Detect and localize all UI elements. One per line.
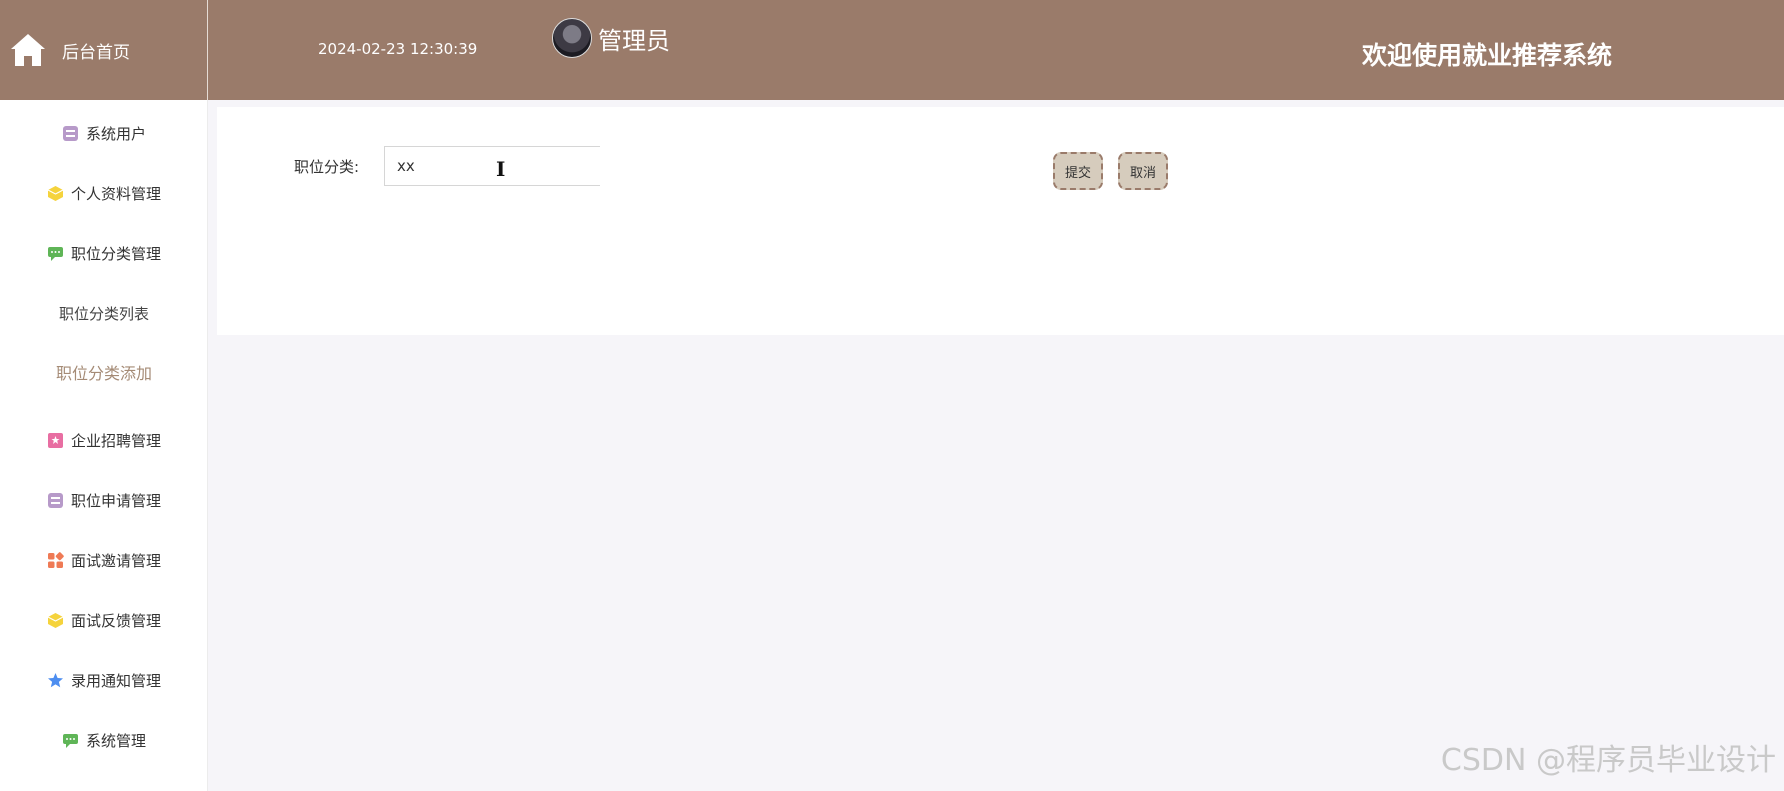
sidebar-item-interview-invites[interactable]: 面试邀请管理 [0,540,208,580]
sidebar-item-recruitment[interactable]: 企业招聘管理 [0,420,208,460]
sidebar-item-label: 系统用户 [85,124,146,143]
archive-icon [47,492,63,508]
sidebar-item-label: 面试邀请管理 [70,551,161,570]
sidebar: 系统用户 个人资料管理 职位分类管理 职位分类列表 职位分类添加 企业招聘管理 … [0,100,208,791]
sidebar-item-applications[interactable]: 职位申请管理 [0,480,208,520]
sidebar-item-interview-feedback[interactable]: 面试反馈管理 [0,600,208,640]
star-icon [47,672,63,687]
sidebar-item-system-users[interactable]: 系统用户 [0,113,208,153]
form-panel [217,107,1784,335]
category-label: 职位分类: [294,158,360,176]
top-header: 后台首页 2024-02-23 12:30:39 管理员 欢迎使用就业推荐系统 [0,0,1784,100]
sidebar-item-label: 企业招聘管理 [70,431,161,450]
submit-button[interactable]: 提交 [1053,152,1103,190]
sidebar-item-label: 录用通知管理 [70,671,161,690]
text-cursor-icon: I [496,157,506,181]
chat-icon [47,246,63,261]
watermark: CSDN @程序员毕业设计 [1440,743,1776,778]
home-label: 后台首页 [62,42,130,63]
chat-icon [62,733,78,748]
sidebar-item-profile[interactable]: 个人资料管理 [0,173,208,213]
sidebar-item-label: 职位申请管理 [70,491,161,510]
category-input[interactable] [384,146,600,186]
sidebar-item-offers[interactable]: 录用通知管理 [0,660,208,700]
welcome-text: 欢迎使用就业推荐系统 [1361,41,1612,70]
sidebar-item-category-mgmt[interactable]: 职位分类管理 [0,233,208,273]
home-icon [11,34,45,66]
sidebar-item-label: 职位分类列表 [58,304,149,323]
sidebar-item-system-mgmt[interactable]: 系统管理 [0,720,208,760]
sidebar-subitem-category-add[interactable]: 职位分类添加 [0,352,208,392]
home-link[interactable]: 后台首页 [0,0,208,100]
avatar[interactable] [552,18,592,58]
sidebar-item-label: 面试反馈管理 [70,611,161,630]
document-icon [47,432,63,448]
sidebar-item-label: 个人资料管理 [70,184,161,203]
sidebar-item-label: 系统管理 [85,731,146,750]
user-info[interactable]: 管理员 [552,18,670,58]
sidebar-subitem-category-list[interactable]: 职位分类列表 [0,293,208,333]
user-name: 管理员 [598,26,670,55]
cube-icon [47,185,64,201]
archive-icon [62,125,78,141]
grid-icon [47,551,64,568]
cube-icon [47,612,64,628]
sidebar-item-label: 职位分类管理 [70,244,161,263]
sidebar-item-label: 职位分类添加 [55,364,152,383]
cancel-button[interactable]: 取消 [1118,152,1168,190]
current-datetime: 2024-02-23 12:30:39 [318,40,478,58]
